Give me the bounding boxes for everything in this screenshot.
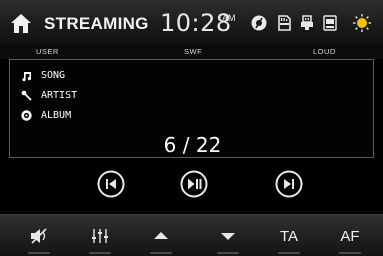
track-counter: 6 / 22 — [163, 133, 222, 157]
arrow-down-icon — [221, 233, 235, 240]
bluetooth-audio-icon — [251, 15, 267, 31]
artist-row: ARTIST — [21, 88, 77, 102]
loud-label: LOUD — [313, 47, 336, 56]
equalizer-button[interactable] — [75, 215, 125, 256]
track-info-panel: SONG ARTIST ALBUM 6 / 22 — [9, 59, 374, 158]
next-track-button[interactable] — [275, 170, 303, 198]
user-label: USER — [36, 47, 59, 56]
source-title: STREAMING — [44, 14, 149, 33]
microphone-icon — [21, 90, 32, 101]
af-label: AF — [340, 227, 360, 245]
artist-label: ARTIST — [41, 89, 78, 101]
mute-icon — [31, 228, 47, 244]
song-label: SONG — [41, 69, 66, 81]
album-row: ALBUM — [21, 108, 71, 122]
album-label: ALBUM — [41, 109, 72, 121]
weather-sun-icon — [353, 14, 371, 32]
ta-button[interactable]: TA — [264, 215, 314, 256]
ta-label: TA — [279, 227, 299, 245]
swf-label: SWF — [184, 47, 203, 56]
af-button[interactable]: AF — [325, 215, 375, 256]
audio-status-labels: USER SWF LOUD — [0, 45, 383, 59]
clock-ampm: AM — [222, 13, 236, 23]
music-note-icon — [22, 71, 32, 81]
play-pause-button[interactable] — [180, 170, 208, 198]
header-bar: STREAMING 10:28 AM — [0, 0, 383, 45]
equalizer-icon — [92, 229, 108, 243]
usb-icon — [301, 15, 313, 30]
arrow-up-button[interactable] — [136, 215, 186, 256]
disc-icon — [21, 109, 32, 121]
phone-bt-icon — [323, 15, 337, 31]
home-icon[interactable] — [10, 13, 32, 35]
previous-track-button[interactable] — [97, 170, 125, 198]
sd-card-icon — [278, 15, 291, 31]
clock-time: 10:28 — [160, 9, 232, 37]
arrow-up-icon — [154, 232, 168, 239]
bottom-toolbar: TA AF — [0, 214, 383, 256]
arrow-down-button[interactable] — [203, 215, 253, 256]
song-row: SONG — [21, 68, 65, 82]
mute-button[interactable] — [14, 215, 64, 256]
